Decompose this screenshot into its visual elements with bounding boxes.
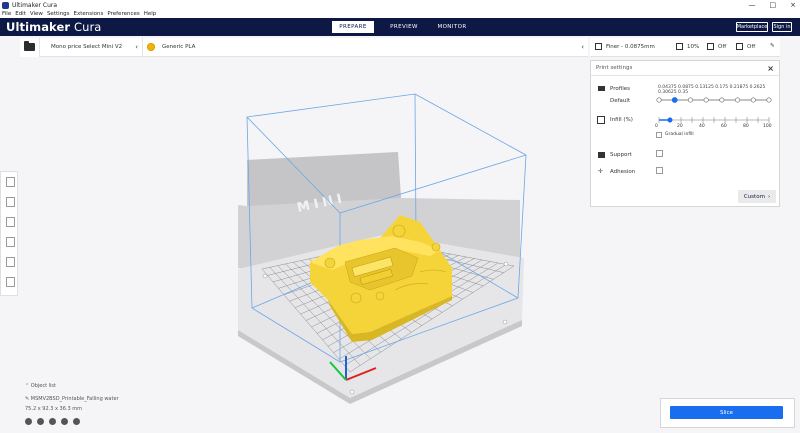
print-setup-selector[interactable]: Finer - 0.0875mm 10% Off Off ✎ [590, 38, 780, 57]
object-filename: MSMV2BSD_Printable_Falling water [30, 396, 119, 402]
infill-tick-label: 0 [655, 124, 658, 129]
infill-summary: 10% [676, 43, 699, 50]
folder-icon [24, 41, 35, 51]
profiles-default-label: Default [610, 98, 631, 104]
profiles-icon [598, 86, 605, 91]
plate-screw-hole [502, 319, 508, 325]
print-settings-title: Print settings [596, 65, 633, 71]
view-orientation-bar [25, 418, 80, 425]
infill-tick-label: 20 [677, 124, 683, 129]
open-file-button[interactable] [20, 37, 40, 57]
object-list-toggle[interactable]: ⌃ Object list [25, 383, 56, 389]
move-tool-button[interactable] [1, 172, 19, 192]
layer-height-stop[interactable] [687, 97, 693, 103]
object-filename-row: ✎ MSMV2BSD_Printable_Falling water [25, 396, 119, 402]
infill-value: 10% [687, 43, 700, 50]
adhesion-value: Off [747, 43, 756, 50]
plate-screw-hole [262, 273, 268, 279]
infill-slider-handle[interactable] [667, 117, 673, 123]
printer-name: Mono price Select Mini V2 [51, 44, 123, 50]
profile-value: Finer - 0.0875mm [606, 43, 655, 50]
profile-summary: Finer - 0.0875mm [595, 43, 655, 50]
layer-height-stop[interactable] [766, 97, 772, 103]
support-label: Support [610, 152, 632, 158]
mirror-tool-button[interactable] [1, 232, 19, 252]
adhesion-label: Adhesion [610, 169, 636, 175]
object-dimensions: 75.2 x 92.3 x 36.3 mm [25, 406, 83, 412]
support-icon [707, 43, 714, 50]
mirror-tool-icon [5, 237, 15, 247]
chevron-left-icon: ‹ [581, 42, 584, 51]
adhesion-icon: ✛ [598, 168, 604, 175]
adhesion-icon [736, 43, 743, 50]
print-settings-header: Print settings × [591, 61, 779, 76]
right-view-icon[interactable] [73, 418, 80, 425]
slice-button[interactable]: Slice [670, 406, 783, 419]
plate-screw-hole [503, 261, 509, 267]
infill-label: Infill (%) [610, 117, 633, 123]
chevron-left-icon: ‹ [135, 42, 138, 51]
plate-screw-hole [349, 389, 355, 395]
rotate-tool-icon [5, 217, 15, 227]
support-blocker-button[interactable] [1, 272, 19, 292]
chevron-right-icon: › [767, 193, 771, 200]
left-view-icon[interactable] [61, 418, 68, 425]
profiles-label: Profiles [610, 86, 630, 92]
tool-panel [0, 171, 18, 296]
pencil-icon[interactable]: ✎ [770, 43, 775, 49]
custom-button-label: Custom [743, 193, 765, 200]
gradual-infill-label: Gradual infill [665, 132, 694, 137]
scale-tool-button[interactable] [1, 192, 19, 212]
layer-height-stop[interactable] [719, 97, 725, 103]
rotate-tool-button[interactable] [1, 212, 19, 232]
layer-height-stop[interactable] [703, 97, 709, 103]
infill-tick-label: 60 [721, 124, 727, 129]
infill-tick-label: 40 [699, 124, 705, 129]
infill-tick-label: 100 [763, 124, 772, 129]
support-value: Off [718, 43, 727, 50]
support-checkbox[interactable] [656, 150, 663, 157]
layer-height-stop[interactable] [671, 97, 678, 103]
3d-view-icon[interactable] [25, 418, 32, 425]
infill-tick-labels: 0 20 40 60 80 100 [655, 124, 773, 130]
infill-grid-icon [597, 116, 605, 124]
gradual-infill-checkbox[interactable] [656, 132, 662, 138]
layer-height-stop[interactable] [750, 97, 756, 103]
support-summary: Off [707, 43, 726, 50]
infill-icon [676, 43, 683, 50]
layer-height-slider[interactable] [655, 94, 773, 106]
object-list-label: Object list [30, 383, 56, 389]
infill-tick-label: 80 [743, 124, 749, 129]
job-specs-bar: Mono price Select Mini V2 ‹ Generic PLA … [20, 37, 588, 57]
custom-settings-button[interactable]: Custom › [738, 190, 776, 203]
per-model-settings-icon [5, 257, 15, 267]
layer-height-stop[interactable] [656, 97, 662, 103]
adhesion-summary: Off [736, 43, 755, 50]
move-tool-icon [5, 177, 15, 187]
action-panel: Slice [660, 398, 795, 428]
per-model-settings-button[interactable] [1, 252, 19, 272]
close-icon[interactable]: × [767, 64, 774, 73]
adhesion-checkbox[interactable] [656, 167, 663, 174]
print-settings-panel: Print settings × Profiles Default 0.0437… [590, 60, 780, 207]
top-view-icon[interactable] [49, 418, 56, 425]
material-selector[interactable]: Generic PLA ‹ [143, 38, 588, 57]
material-name: Generic PLA [162, 44, 196, 50]
scale-tool-icon [5, 197, 15, 207]
front-view-icon[interactable] [37, 418, 44, 425]
printer-selector[interactable]: Mono price Select Mini V2 ‹ [40, 37, 143, 57]
profile-icon [595, 43, 602, 50]
layer-height-stop[interactable] [735, 97, 741, 103]
support-blocker-icon [5, 277, 15, 287]
support-icon [598, 152, 605, 158]
material-spool-icon [147, 43, 155, 51]
